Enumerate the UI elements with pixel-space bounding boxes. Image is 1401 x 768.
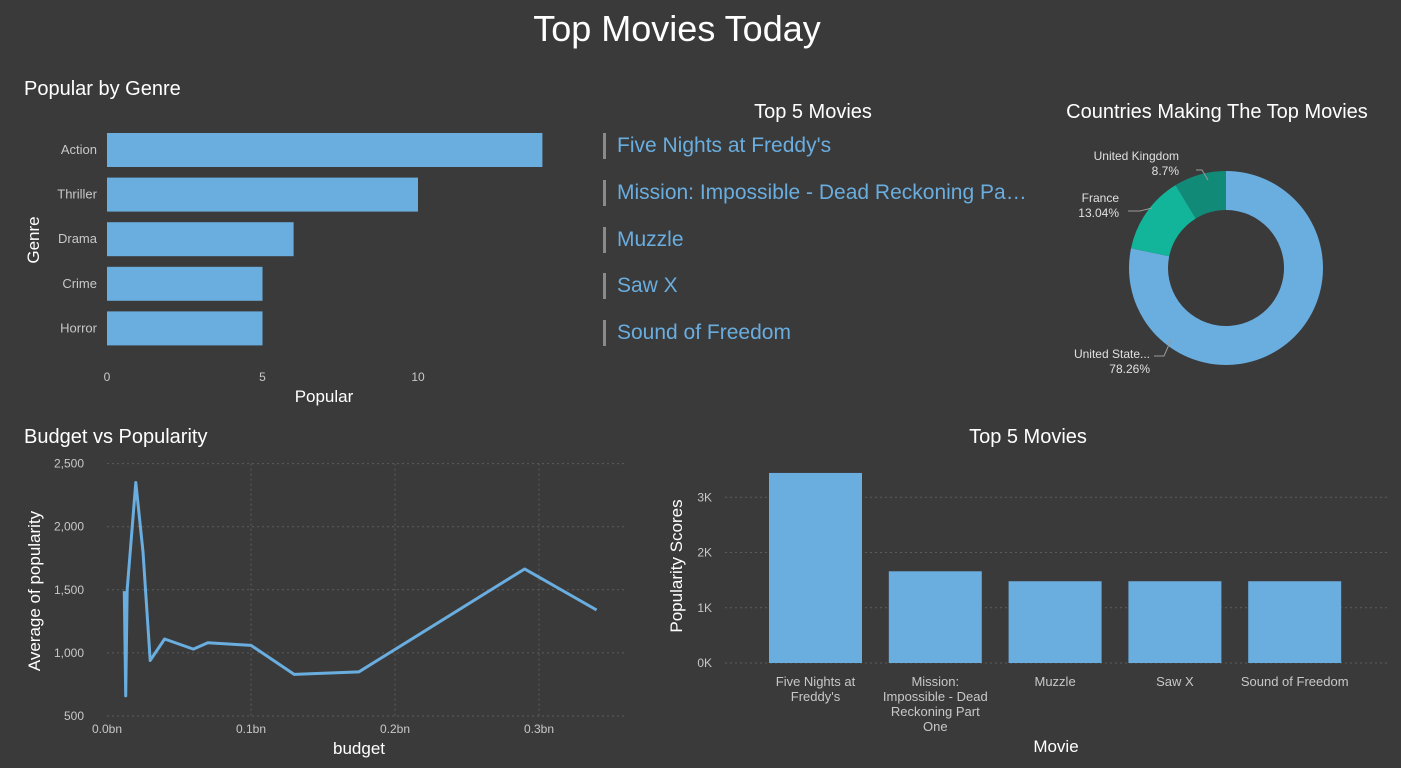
budget-x-tick: 0.3bn [524, 722, 554, 736]
movie-category-label: Saw X [1156, 674, 1194, 689]
genre-x-axis-title: Popular [295, 387, 354, 406]
page-title: Top Movies Today [533, 8, 821, 49]
genre-category-label: Crime [62, 276, 97, 291]
movie-bar[interactable] [1008, 581, 1102, 663]
genre-bar[interactable] [107, 177, 418, 212]
genre-x-tick: 5 [259, 370, 266, 384]
genre-bar[interactable] [107, 266, 263, 301]
donut-label-name: France [1082, 191, 1120, 205]
movie-category-label: Mission: [911, 674, 959, 689]
budget-x-axis-title: budget [333, 739, 385, 758]
movie-bar[interactable] [769, 472, 862, 663]
budget-y-tick: 1,000 [54, 646, 84, 660]
budget-y-tick: 2,000 [54, 520, 84, 534]
movie-bar[interactable] [1248, 581, 1342, 663]
budget-y-tick: 500 [64, 709, 84, 723]
donut-label-name: United Kingdom [1094, 149, 1179, 163]
genre-bar-chart[interactable]: Action Thriller Drama Crime Horror 0 5 10 Popula… [0, 110, 600, 410]
genre-x-tick: 10 [411, 370, 425, 384]
movies-y-tick: 3K [697, 490, 712, 504]
top5-list-item[interactable]: Sound of Freedom [603, 320, 1033, 347]
genre-chart-title: Popular by Genre [24, 78, 181, 100]
movies-y-tick: 0K [697, 656, 712, 670]
genre-category-label: Action [61, 142, 97, 157]
movie-category-label: Muzzle [1035, 674, 1076, 689]
movies-bar-chart[interactable]: 0K 1K 2K 3K Five Nights atFreddy's Mission:Im… [650, 450, 1400, 768]
movies-y-tick: 2K [697, 546, 712, 560]
genre-bar[interactable] [107, 311, 263, 346]
genre-x-tick: 0 [104, 370, 111, 384]
movies-x-axis-title: Movie [1033, 737, 1078, 756]
movie-category-label: Reckoning Part [891, 704, 980, 719]
budget-series-line[interactable] [122, 481, 598, 698]
genre-category-label: Thriller [57, 187, 97, 202]
movie-category-label: Sound of Freedom [1241, 674, 1349, 689]
top5-list-item[interactable]: Five Nights at Freddy's [603, 133, 1033, 159]
genre-y-axis-title: Genre [24, 216, 43, 263]
budget-x-tick: 0.2bn [380, 722, 410, 736]
movies-y-axis-title: Popularity Scores [667, 499, 686, 632]
donut-label-value: 13.04% [1078, 206, 1119, 220]
budget-x-tick: 0.0bn [92, 722, 122, 736]
top5-list-item[interactable]: Saw X [603, 273, 1033, 300]
budget-y-tick: 2,500 [54, 457, 84, 471]
top5-list-title: Top 5 Movies [754, 101, 872, 123]
budget-chart-title: Budget vs Popularity [24, 426, 208, 448]
movie-bar[interactable] [888, 571, 982, 663]
movie-category-label: Freddy's [791, 689, 841, 704]
donut-label-value: 8.7% [1152, 164, 1180, 178]
top5-list-item[interactable]: Muzzle [603, 226, 1033, 253]
genre-bar[interactable] [107, 222, 294, 257]
budget-line-chart[interactable]: 500 1,000 1,500 2,000 2,500 0.0bn 0.1bn 0.2bn 0.… [0, 450, 640, 768]
movies-y-tick: 1K [697, 601, 712, 615]
genre-category-label: Horror [60, 320, 98, 335]
genre-bar[interactable] [107, 133, 543, 167]
movie-category-label: One [923, 719, 948, 734]
donut-label-value: 78.26% [1109, 362, 1150, 376]
movie-category-label: Five Nights at [776, 674, 856, 689]
movie-category-label: Impossible - Dead [883, 689, 988, 704]
budget-y-axis-title: Average of popularity [25, 510, 44, 671]
movie-bar[interactable] [1128, 581, 1222, 663]
top5-list-item[interactable]: Mission: Impossible - Dead Reckoning Par… [603, 179, 1033, 206]
countries-donut-chart[interactable]: United State...78.26% France13.04% United … [1040, 130, 1390, 390]
genre-category-label: Drama [58, 231, 98, 246]
countries-chart-title: Countries Making The Top Movies [1066, 101, 1368, 123]
budget-x-tick: 0.1bn [236, 722, 266, 736]
donut-label-name: United State... [1074, 347, 1150, 361]
movies-chart-title: Top 5 Movies [969, 426, 1087, 448]
budget-y-tick: 1,500 [54, 583, 84, 597]
